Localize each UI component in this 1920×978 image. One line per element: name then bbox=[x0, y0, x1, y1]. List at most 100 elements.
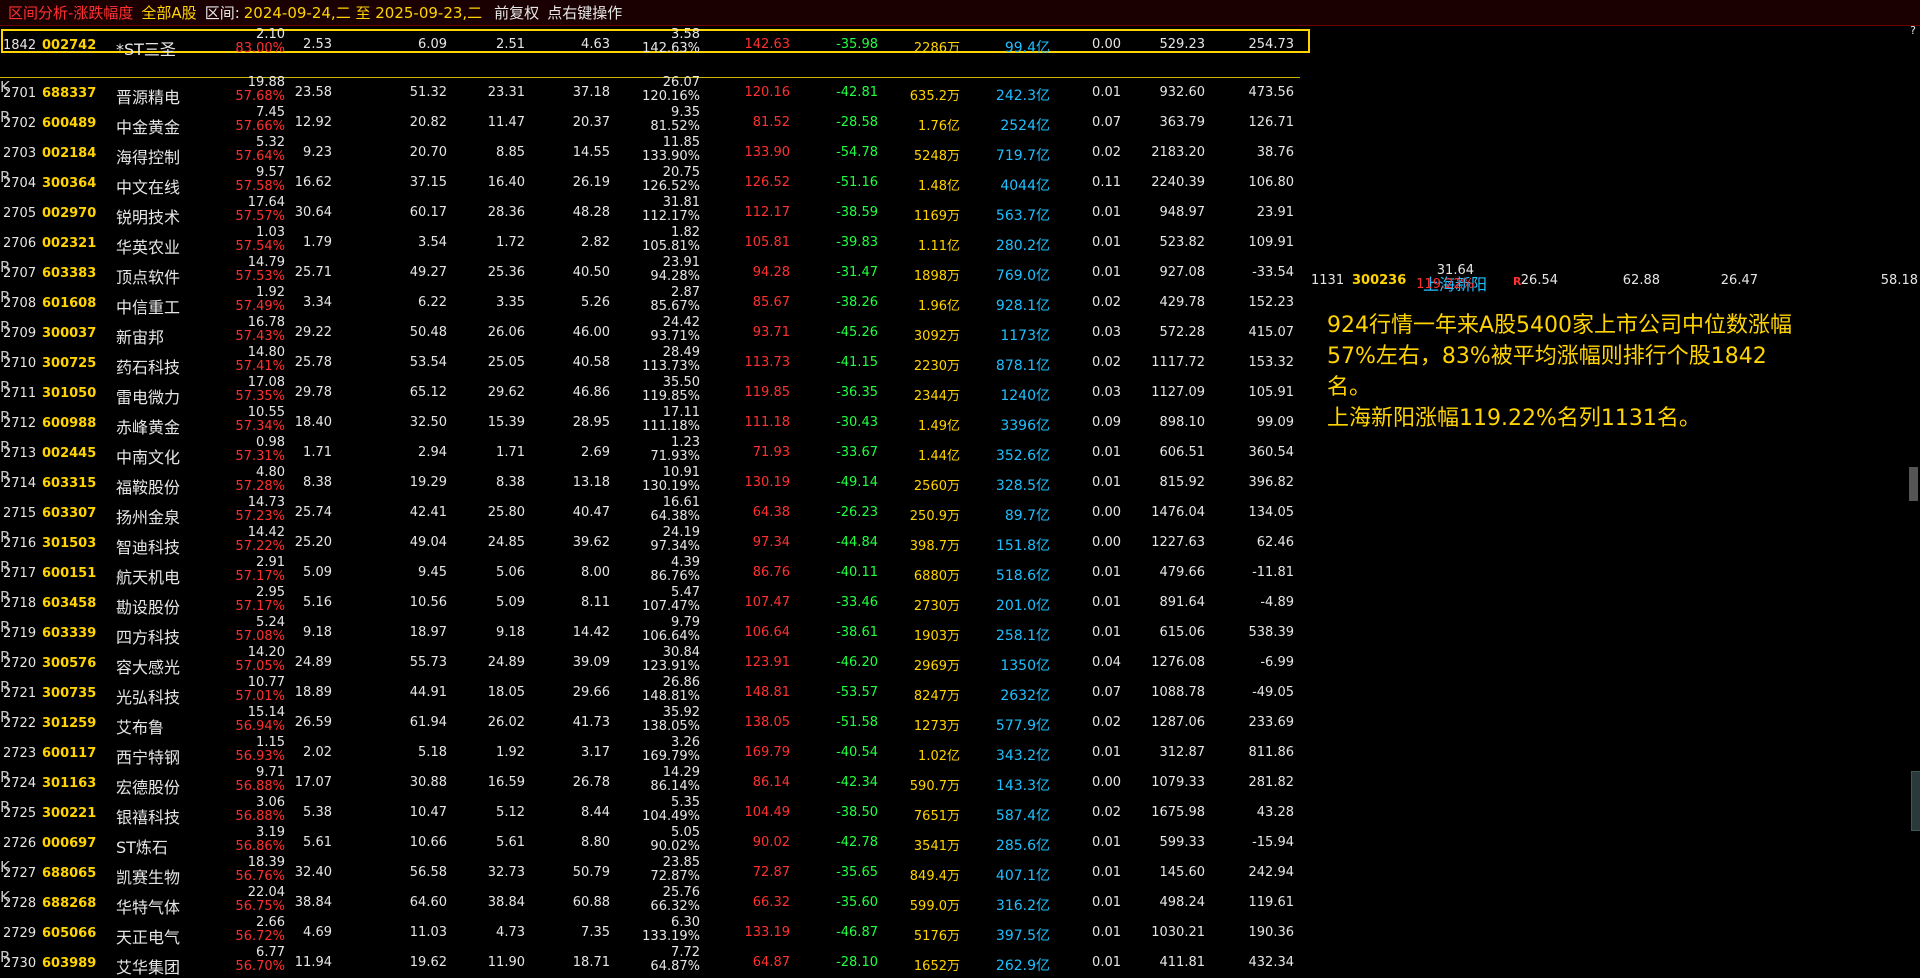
table-row[interactable]: 2715 603307 扬州金泉 14.73 57.23% 25.74 42.41 25.80… bbox=[0, 495, 1300, 528]
scrollbar-grip[interactable] bbox=[1911, 771, 1920, 831]
amplitude-value: 5.47 bbox=[671, 585, 700, 600]
col-ratio: 0.01 bbox=[1092, 595, 1121, 610]
table-row[interactable]: 2714 603315 福鞍股份 R 4.80 57.28% 8.38 19.29 8.38 13… bbox=[0, 465, 1300, 498]
amplitude-value: 31.81 bbox=[662, 195, 700, 210]
table-row[interactable]: 2706 002321 华英农业 1.03 57.54% 1.79 3.54 1.72 2.82… bbox=[0, 225, 1300, 258]
col-close: 39.62 bbox=[572, 535, 610, 550]
stock-name: 天正电气 bbox=[116, 928, 181, 947]
table-row[interactable]: 2709 300037 新宙邦 R 16.78 57.43% 29.22 50.48 26.06… bbox=[0, 315, 1300, 348]
scrollbar-thumb[interactable] bbox=[1909, 467, 1918, 501]
col-open: 25.20 bbox=[294, 535, 332, 550]
col-high: 10.56 bbox=[409, 595, 447, 610]
col-ratio: 0.01 bbox=[1092, 85, 1121, 100]
col-amount: 280.2亿 bbox=[995, 238, 1050, 254]
col-pe: 109.91 bbox=[1248, 235, 1295, 250]
col-high: 65.12 bbox=[409, 385, 447, 400]
col-pe: -15.94 bbox=[1252, 835, 1294, 850]
table-row[interactable]: 2728 688268 华特气体 K 22.04 56.75% 38.84 64.60 38.8… bbox=[0, 885, 1300, 918]
col-open: 38.84 bbox=[294, 895, 332, 910]
col-turnover: 429.78 bbox=[1159, 295, 1206, 310]
table-row[interactable]: 2727 688065 凯赛生物 K 18.39 56.76% 32.40 56.58 32.7… bbox=[0, 855, 1300, 888]
col-close: 40.50 bbox=[572, 265, 610, 280]
price-start: 14.79 bbox=[247, 255, 285, 270]
table-row[interactable]: 2726 000697 ST炼石 3.19 56.86% 5.61 10.66 5.61 8.8… bbox=[0, 825, 1300, 858]
price-start: 9.57 bbox=[256, 165, 285, 180]
col-volume: 5248万 bbox=[913, 149, 960, 164]
table-row[interactable]: 2702 600489 中金黄金 R 7.45 57.66% 12.92 20.82 11.47… bbox=[0, 105, 1300, 138]
stock-name: 新宙邦 bbox=[116, 328, 165, 347]
price-start: 2.91 bbox=[256, 555, 285, 570]
col-volume: 8247万 bbox=[913, 689, 960, 704]
col-swing: 97.34 bbox=[752, 535, 790, 550]
table-row[interactable]: 2717 600151 航天机电 R 2.91 57.17% 5.09 9.45 5.06 8.0… bbox=[0, 555, 1300, 588]
col-close: 20.37 bbox=[572, 115, 610, 130]
table-row[interactable]: 2721 300735 光弘科技 R 10.77 57.01% 18.89 44.91 18.0… bbox=[0, 675, 1300, 708]
adjust-mode[interactable]: 前复权 bbox=[494, 2, 539, 23]
stock-code: 000697 bbox=[42, 836, 97, 851]
amplitude-value: 6.30 bbox=[671, 915, 700, 930]
price-start: 7.45 bbox=[256, 105, 285, 120]
market-mark: R bbox=[0, 768, 11, 786]
stock-name: 中金黄金 bbox=[116, 118, 181, 137]
stock-code: 300725 bbox=[42, 356, 97, 371]
col-close: 41.73 bbox=[572, 715, 610, 730]
col-close: 40.58 bbox=[572, 355, 610, 370]
col-pe: -4.89 bbox=[1260, 595, 1294, 610]
table-row[interactable]: 2713 002445 中南文化 R 0.98 57.31% 1.71 2.94 1.71 2.6… bbox=[0, 435, 1300, 468]
col-amount: 99.4亿 bbox=[1004, 40, 1050, 56]
col-turnover: 479.66 bbox=[1159, 565, 1206, 580]
amplitude-value: 7.72 bbox=[671, 945, 700, 960]
market-mark: R bbox=[0, 948, 11, 966]
table-row[interactable]: 2701 688337 晋源精电 K 19.88 57.68% 23.58 51.32 23.3… bbox=[0, 75, 1300, 108]
col-open: 23.58 bbox=[294, 85, 332, 100]
table-row[interactable]: 2703 002184 海得控制 5.32 57.64% 9.23 20.70 8.85 14.… bbox=[0, 135, 1300, 168]
col-open: 4.69 bbox=[303, 925, 332, 940]
stock-name: 四方科技 bbox=[116, 628, 181, 647]
col-close: 14.55 bbox=[572, 145, 610, 160]
col-high: 3.54 bbox=[418, 235, 447, 250]
col-close: 8.00 bbox=[581, 565, 610, 580]
col-open: 29.22 bbox=[294, 325, 332, 340]
col-high: 51.32 bbox=[409, 85, 447, 100]
table-row[interactable]: 2725 300221 银禧科技 R 3.06 56.88% 5.38 10.47 5.12 8.… bbox=[0, 795, 1300, 828]
col-volume: 3092万 bbox=[913, 329, 960, 344]
table-row[interactable]: 2708 601608 中信重工 R 1.92 57.49% 3.34 6.22 3.35 5.2… bbox=[0, 285, 1300, 318]
amplitude-pct: 94.28% bbox=[650, 269, 700, 284]
col-swing: 86.14 bbox=[752, 775, 790, 790]
range-change-pct: 57.28% bbox=[235, 479, 285, 494]
table-row[interactable]: 2724 301163 宏德股份 R 9.71 56.88% 17.07 30.88 16.59… bbox=[0, 765, 1300, 798]
table-row[interactable]: 2722 301259 艾布鲁 R 15.14 56.94% 26.59 61.94 26.02… bbox=[0, 705, 1300, 738]
col-ratio: 0.03 bbox=[1092, 325, 1121, 340]
amplitude-value: 5.05 bbox=[671, 825, 700, 840]
range-change-pct: 56.72% bbox=[235, 929, 285, 944]
stock-name: 智迪科技 bbox=[116, 538, 181, 557]
row-rank: 2729 bbox=[3, 926, 37, 941]
table-row[interactable]: 2716 301503 智迪科技 R 14.42 57.22% 25.20 49.04 24.8… bbox=[0, 525, 1300, 558]
amplitude-pct: 104.49% bbox=[642, 809, 700, 824]
col-drawdown: -38.59 bbox=[836, 205, 878, 220]
table-row[interactable]: 2718 603458 勘设股份 R 2.95 57.17% 5.16 10.56 5.09 8.… bbox=[0, 585, 1300, 618]
col-close: 2.82 bbox=[581, 235, 610, 250]
table-row[interactable]: 2707 603383 顶点软件 R 14.79 57.53% 25.71 49.27 25.3… bbox=[0, 255, 1300, 288]
table-row[interactable]: 2711 301050 雷电微力 R 17.08 57.35% 29.78 65.12 29.6… bbox=[0, 375, 1300, 408]
date-range[interactable]: 2024-09-24,二 至 2025-09-23,二 bbox=[244, 2, 482, 23]
col-low: 15.39 bbox=[487, 415, 525, 430]
side-stock-row[interactable]: 1131 300236 上海新阳 R 31.64 119.22% 26.54 6… bbox=[1300, 263, 1920, 296]
highlighted-row[interactable]: 1842 002742 *ST三圣 2.10 83.00% 2.53 6.09 … bbox=[0, 27, 1300, 60]
side-rank: 1131 bbox=[1311, 273, 1345, 288]
stock-code: 002321 bbox=[42, 236, 97, 251]
table-row[interactable]: 2710 300725 药石科技 R 14.80 57.41% 25.78 53.54 25.0… bbox=[0, 345, 1300, 378]
table-row[interactable]: 2719 603339 四方科技 R 5.24 57.08% 9.18 18.97 9.18 14… bbox=[0, 615, 1300, 648]
col-ratio: 0.02 bbox=[1092, 805, 1121, 820]
col-high: 30.88 bbox=[409, 775, 447, 790]
table-row[interactable]: 2723 600117 西宁特钢 1.15 56.93% 2.02 5.18 1.92 3.17… bbox=[0, 735, 1300, 768]
col-ratio: 0.01 bbox=[1092, 265, 1121, 280]
table-row[interactable]: 2729 605066 天正电气 2.66 56.72% 4.69 11.03 4.73 7.3… bbox=[0, 915, 1300, 948]
market-filter[interactable]: 全部A股 bbox=[141, 2, 196, 23]
table-row[interactable]: 2705 002970 锐明技术 17.64 57.57% 30.64 60.17 28.36… bbox=[0, 195, 1300, 228]
table-row[interactable]: 2712 600988 赤峰黄金 R 10.55 57.34% 18.40 32.50 15.3… bbox=[0, 405, 1300, 438]
table-row[interactable]: 2720 300576 容大感光 R 14.20 57.05% 24.89 55.73 24.8… bbox=[0, 645, 1300, 678]
table-row[interactable]: 2704 300364 中文在线 R 9.57 57.58% 16.62 37.15 16.40… bbox=[0, 165, 1300, 198]
stock-name: 银禧科技 bbox=[116, 808, 181, 827]
col-close: 14.42 bbox=[572, 625, 610, 640]
